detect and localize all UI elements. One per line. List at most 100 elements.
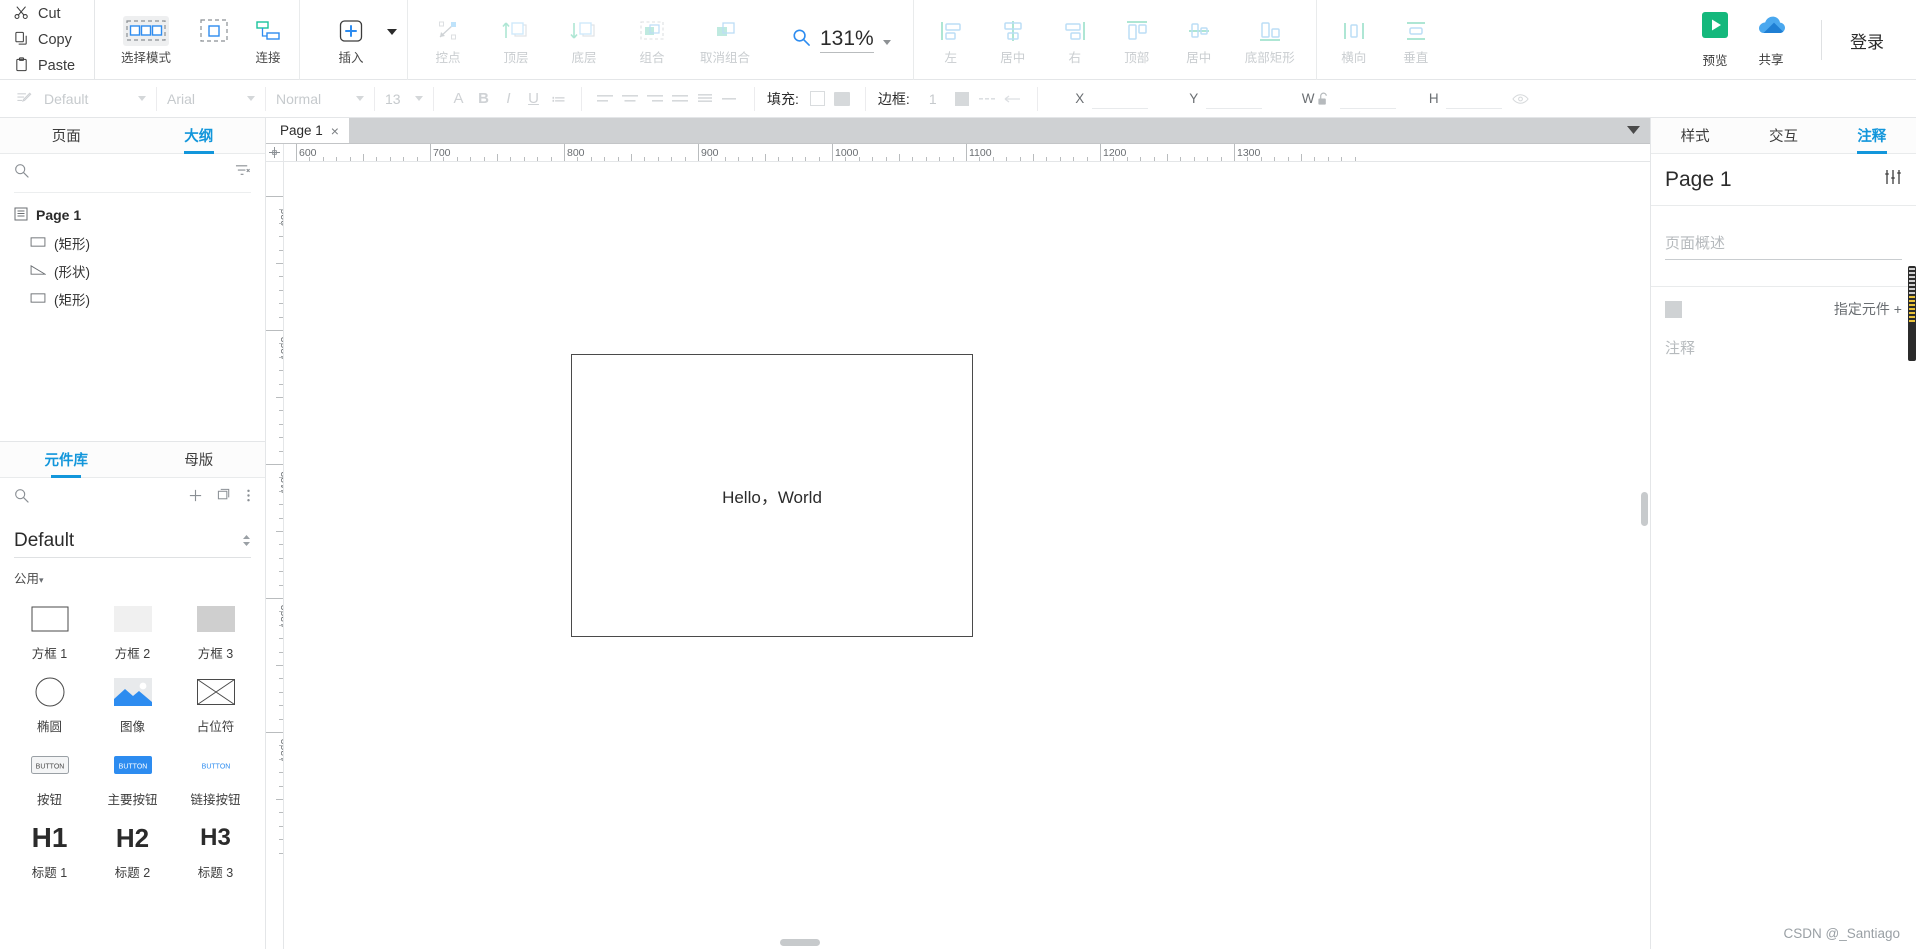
plus-icon[interactable] [188, 488, 203, 508]
align-bottom-button[interactable]: 底部矩形 [1230, 0, 1310, 80]
tree-node-shape[interactable]: (形状) [0, 257, 265, 285]
style-preset-select[interactable]: Default [34, 80, 156, 118]
font-weight-select[interactable]: Normal [266, 80, 374, 118]
group-button[interactable]: 组合 [618, 0, 686, 80]
tab-interaction[interactable]: 交互 [1739, 118, 1827, 153]
align-left-button[interactable]: 左 [920, 0, 982, 80]
y-input[interactable] [1205, 89, 1262, 109]
align-text-center-icon[interactable] [617, 80, 642, 118]
align-middle-vertical-button[interactable]: 居中 [1168, 0, 1230, 80]
select-frame-button[interactable]: · [183, 0, 245, 80]
widget-box-1[interactable]: 方框 1 [8, 595, 91, 668]
x-input[interactable] [1091, 89, 1148, 109]
right-panel-scrollbar[interactable] [1908, 266, 1916, 361]
tree-node-rectangle-1[interactable]: (矩形) [0, 229, 265, 257]
tab-pages[interactable]: 页面 [0, 118, 133, 153]
page-tabs-overflow-button[interactable] [1627, 118, 1650, 143]
library-select[interactable]: Default [14, 524, 251, 558]
paste-button[interactable]: Paste [14, 53, 94, 79]
insert-button[interactable]: 插入 [320, 0, 382, 80]
ruler-origin-icon[interactable] [266, 144, 284, 162]
canvas-area[interactable]: Hello，World [284, 162, 1650, 949]
italic-icon[interactable]: I [496, 80, 521, 118]
hello-world-rectangle[interactable]: Hello，World [571, 354, 973, 637]
underline-icon[interactable]: U [521, 80, 546, 118]
close-icon[interactable]: × [331, 123, 339, 139]
zoom-control[interactable]: 131% [770, 0, 913, 80]
zoom-chevron-down-icon[interactable] [882, 39, 891, 45]
fill-gradient-swatch[interactable] [830, 80, 855, 118]
tab-style[interactable]: 样式 [1651, 118, 1739, 153]
search-icon[interactable] [14, 488, 29, 508]
ungroup-button[interactable]: 取消组合 [686, 0, 764, 80]
tab-outline[interactable]: 大纲 [133, 118, 266, 153]
control-point-button[interactable]: 控点 [414, 0, 482, 80]
widget-box-2[interactable]: 方框 2 [91, 595, 174, 668]
widget-image[interactable]: 图像 [91, 668, 174, 741]
text-color-icon[interactable]: A [446, 80, 471, 118]
border-width-input[interactable]: 1 [916, 91, 950, 107]
preview-button[interactable]: 预览 [1687, 0, 1743, 80]
assign-element-button[interactable]: 指定元件 + [1834, 299, 1902, 319]
distribute-horizontal-button[interactable]: 横向 [1323, 0, 1385, 80]
send-to-back-button[interactable]: 底层 [550, 0, 618, 80]
tree-node-page-1[interactable]: Page 1 [0, 201, 265, 229]
copy-library-icon[interactable] [217, 488, 232, 508]
tab-masters[interactable]: 母版 [133, 442, 266, 477]
search-icon[interactable] [14, 163, 29, 183]
widget-box-3[interactable]: 方框 3 [174, 595, 257, 668]
zoom-value[interactable]: 131% [820, 27, 874, 54]
bold-icon[interactable]: B [471, 80, 496, 118]
arrow-style-select[interactable] [1000, 80, 1025, 118]
cut-button[interactable]: Cut [14, 1, 94, 27]
bullet-list-icon[interactable]: ≔ [546, 80, 571, 118]
connect-button[interactable]: 连接 [237, 0, 299, 80]
border-color-swatch[interactable] [950, 80, 975, 118]
align-top-button[interactable]: 顶部 [1106, 0, 1168, 80]
widget-placeholder[interactable]: 占位符 [174, 668, 257, 741]
align-text-vertical-icon[interactable] [692, 80, 717, 118]
vertical-ruler[interactable]: 900 1000 1100 1200 1300 [266, 162, 284, 949]
tree-node-rectangle-2[interactable]: (矩形) [0, 285, 265, 313]
font-size-select[interactable]: 13 [375, 80, 433, 118]
distribute-vertical-button[interactable]: 垂直 [1385, 0, 1447, 80]
canvas-horizontal-scrollbar[interactable] [780, 939, 820, 946]
eye-icon[interactable] [1508, 80, 1534, 118]
widget-h3[interactable]: H3 标题 3 [174, 814, 257, 887]
sliders-icon[interactable] [1884, 168, 1902, 191]
horizontal-ruler[interactable]: 600 700 800 900 1000 1100 1200 1300 [284, 144, 1650, 162]
style-brush-icon[interactable] [0, 80, 34, 118]
widget-h1[interactable]: H1 标题 1 [8, 814, 91, 887]
align-text-left-icon[interactable] [592, 80, 617, 118]
border-style-select[interactable] [975, 80, 1000, 118]
widget-link-button[interactable]: BUTTON 链接按钮 [174, 741, 257, 814]
filter-icon[interactable] [235, 163, 251, 183]
widget-h2[interactable]: H2 标题 2 [91, 814, 174, 887]
line-height-icon[interactable] [717, 80, 742, 118]
note-input[interactable]: 注释 [1651, 319, 1916, 358]
widget-primary-button[interactable]: BUTTON 主要按钮 [91, 741, 174, 814]
page-tab-page-1[interactable]: Page 1 × [266, 118, 349, 143]
h-input[interactable] [1445, 89, 1502, 109]
widget-ellipse[interactable]: 椭圆 [8, 668, 91, 741]
share-button[interactable]: 共享 [1743, 0, 1799, 80]
font-family-select[interactable]: Arial [157, 80, 265, 118]
bring-to-front-button[interactable]: 顶层 [482, 0, 550, 80]
insert-chevron-down-icon[interactable] [387, 29, 397, 35]
w-input[interactable] [1339, 89, 1396, 109]
login-button[interactable]: 登录 [1844, 28, 1890, 53]
more-vertical-icon[interactable] [246, 488, 251, 508]
fill-color-swatch[interactable] [805, 80, 830, 118]
select-mode-button[interactable]: 选择模式 [109, 0, 183, 80]
align-text-right-icon[interactable] [642, 80, 667, 118]
canvas-vertical-scrollbar[interactable] [1641, 492, 1648, 526]
copy-button[interactable]: Copy [14, 27, 94, 53]
align-right-button[interactable]: 右 [1044, 0, 1106, 80]
align-center-horizontal-button[interactable]: 居中 [982, 0, 1044, 80]
align-text-justify-icon[interactable] [667, 80, 692, 118]
lock-open-icon[interactable] [1314, 80, 1334, 118]
page-summary-input[interactable]: 页面概述 [1665, 232, 1902, 260]
widget-button[interactable]: BUTTON 按钮 [8, 741, 91, 814]
tab-notes[interactable]: 注释 [1828, 118, 1916, 153]
tab-widget-library[interactable]: 元件库 [0, 442, 133, 477]
